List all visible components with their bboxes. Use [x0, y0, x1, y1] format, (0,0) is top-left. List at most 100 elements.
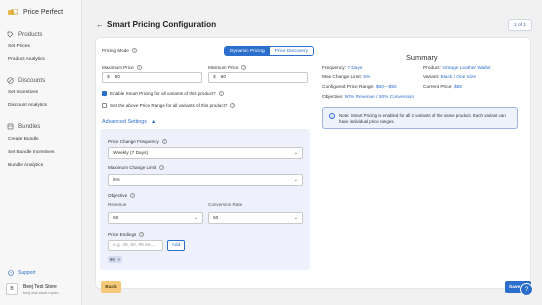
sidebar-section-title: Products — [18, 31, 43, 38]
sidebar-item-bundle-analytics[interactable]: Bundle Analytics — [8, 163, 43, 168]
change-limit-value: 5% — [113, 177, 120, 183]
chat-help-icon[interactable]: ? — [520, 283, 533, 296]
advanced-settings-label: Advanced Settings — [102, 119, 147, 125]
summary-value: $50—$50 — [375, 85, 397, 90]
mode-dynamic-pricing[interactable]: Dynamic Pricing — [225, 47, 270, 55]
min-price-value: 60 — [220, 75, 227, 80]
ending-tag-label: 99 — [110, 257, 115, 262]
summary-variant: Variant: Black / One Size — [423, 75, 476, 80]
discount-icon — [7, 77, 14, 84]
conversion-select[interactable]: 50 ⌄ — [208, 212, 303, 224]
summary-frequency: Frequency: 7 Days — [322, 66, 362, 71]
summary-label: Current Price: — [423, 85, 453, 90]
sidebar-section-bundles: Bundles — [7, 123, 40, 130]
store-url: beej-test-store.myshi... — [23, 290, 62, 295]
app-name: Price Perfect — [23, 9, 64, 16]
chevron-down-icon: ⌄ — [293, 150, 298, 156]
sidebar-section-discounts: Discounts — [7, 77, 45, 84]
frequency-text: Price Change Frequency — [108, 139, 159, 144]
tag-icon — [7, 31, 14, 38]
help-icon[interactable]: ? — [159, 165, 165, 170]
summary-price: Current Price: $58 — [423, 85, 462, 90]
max-price-label: Maximum Price ? — [102, 65, 142, 70]
brand: Price Perfect — [8, 9, 63, 16]
back-arrow-icon[interactable]: ← — [96, 20, 104, 29]
summary-value: 50% Revenue / 50% Conversion — [344, 95, 415, 100]
summary-value: $58 — [453, 85, 462, 90]
info-icon: i — [329, 113, 335, 119]
sidebar: Price Perfect Products Set Prices Produc… — [0, 0, 82, 305]
same-range-label: Set the above Price Range for all varian… — [110, 103, 228, 108]
note-text: Note: Smart Pricing is enabled for all 2… — [339, 113, 506, 125]
pager[interactable]: 1 of 1 — [508, 19, 532, 31]
sidebar-item-set-bundle-incentives[interactable]: Set Bundle Incentives — [8, 150, 54, 155]
back-button[interactable]: Back — [101, 281, 121, 293]
summary-value: 7 Days — [347, 66, 363, 71]
chevron-up-icon: ▲ — [150, 119, 157, 125]
help-icon[interactable]: ? — [230, 103, 236, 108]
min-price-input[interactable]: $ 60 — [208, 72, 308, 83]
sidebar-item-discount-analytics[interactable]: Discount Analytics — [8, 103, 47, 108]
help-icon[interactable]: ? — [139, 232, 145, 237]
support-link[interactable]: ? Support — [8, 270, 36, 276]
checkbox-unchecked-icon[interactable] — [102, 103, 107, 108]
price-endings-text: Price Endings — [108, 232, 137, 237]
summary-range: Configured Price Range: $50—$50 — [322, 85, 397, 90]
sidebar-section-products: Products — [7, 31, 42, 38]
help-icon[interactable]: ? — [161, 139, 167, 144]
help-icon[interactable]: ? — [241, 65, 247, 70]
objective-text: Objective — [108, 193, 128, 198]
frequency-value: Weekly (7 Days) — [113, 150, 149, 156]
sidebar-item-set-incentives[interactable]: Set Incentives — [8, 90, 38, 95]
summary-label: Configured Price Range: — [322, 85, 375, 90]
min-price-label: Minimum Price ? — [208, 65, 247, 70]
help-circle-icon: ? — [8, 270, 14, 276]
pricing-mode-text: Pricing Mode — [102, 48, 129, 53]
store-switcher[interactable]: B Beej Test Store beej-test-store.myshi.… — [6, 283, 61, 295]
summary-label: Objective: — [322, 95, 344, 100]
price-endings-input[interactable]: e.g. 49, 50, 99 etc... — [108, 240, 163, 251]
logo-icon — [8, 9, 18, 15]
summary-objective: Objective: 50% Revenue / 50% Conversion — [322, 95, 414, 100]
sidebar-item-create-bundle[interactable]: Create Bundle — [8, 137, 39, 142]
summary-label: Max Change Limit: — [322, 75, 362, 80]
mode-price-discovery[interactable]: Price Discovery — [269, 47, 313, 55]
summary-limit: Max Change Limit: 5% — [322, 75, 370, 80]
add-ending-button[interactable]: Add — [167, 240, 185, 251]
chevron-down-icon: ⌄ — [193, 215, 198, 221]
summary-value: Vintage Leather Wallet — [442, 66, 491, 71]
enable-all-label: Enable Smart Pricing for all variants of… — [110, 91, 216, 96]
change-limit-select[interactable]: 5% ⌄ — [108, 174, 303, 186]
svg-text:?: ? — [10, 271, 12, 275]
pricing-mode-label: Pricing Mode ? — [102, 48, 137, 53]
sidebar-item-product-analytics[interactable]: Product Analytics — [8, 57, 45, 62]
max-price-input[interactable]: $ 50 — [102, 72, 202, 83]
objective-label: Objective ? — [108, 193, 136, 198]
min-price-text: Minimum Price — [208, 65, 239, 70]
sidebar-item-set-prices[interactable]: Set Prices — [8, 44, 30, 49]
currency-prefix: $ — [213, 75, 216, 80]
page-title: Smart Pricing Configuration — [107, 20, 217, 29]
checkbox-checked-icon[interactable] — [102, 91, 107, 96]
change-limit-text: Maximum Change Limit — [108, 165, 157, 170]
summary-label: Frequency: — [322, 66, 346, 71]
same-range-checkbox[interactable]: Set the above Price Range for all varian… — [102, 103, 236, 108]
store-name: Beej Test Store — [23, 283, 57, 290]
conversion-value: 50 — [213, 215, 219, 221]
close-icon[interactable]: × — [118, 257, 120, 262]
summary-label: Product: — [423, 66, 441, 71]
sidebar-section-title: Bundles — [18, 123, 41, 130]
revenue-value: 50 — [113, 215, 119, 221]
chevron-down-icon: ⌄ — [293, 215, 298, 221]
help-icon[interactable]: ? — [136, 65, 142, 70]
help-icon[interactable]: ? — [130, 193, 136, 198]
enable-all-variants-checkbox[interactable]: Enable Smart Pricing for all variants of… — [102, 91, 224, 96]
revenue-select[interactable]: 50 ⌄ — [108, 212, 203, 224]
help-icon[interactable]: ? — [218, 91, 224, 96]
frequency-label: Price Change Frequency ? — [108, 139, 167, 144]
max-price-text: Maximum Price — [102, 65, 134, 70]
summary-value: 5% — [363, 75, 371, 80]
advanced-settings-toggle[interactable]: Advanced Settings ▲ — [102, 119, 156, 125]
frequency-select[interactable]: Weekly (7 Days) ⌄ — [108, 147, 303, 159]
help-icon[interactable]: ? — [131, 48, 137, 53]
